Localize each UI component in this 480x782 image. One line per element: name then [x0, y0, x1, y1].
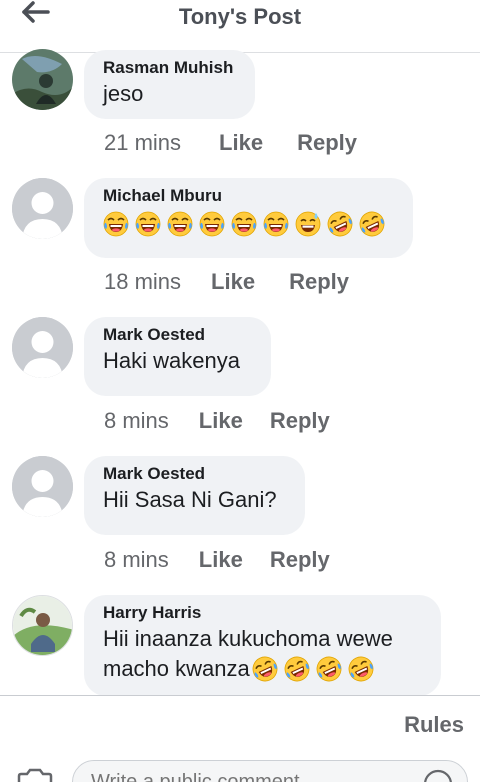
- laughing-tears-emoji-icon: [103, 211, 129, 237]
- rofl-emoji-icon: [316, 656, 342, 682]
- page-title: Tony's Post: [178, 4, 302, 29]
- laughing-tears-emoji-icon: [231, 211, 257, 237]
- laughing-tears-emoji-icon: [199, 211, 225, 237]
- comment-composer[interactable]: [72, 760, 468, 782]
- comment-text: macho kwanza: [103, 654, 422, 684]
- comment-actions: 8 mins Like Reply: [104, 408, 330, 434]
- comment-text: jeso: [103, 81, 144, 106]
- reply-button[interactable]: Reply: [270, 408, 330, 434]
- comment-text: Haki wakenya: [103, 348, 240, 373]
- comment-actions: 21 mins Like Reply: [104, 130, 357, 156]
- avatar[interactable]: [12, 595, 73, 656]
- rules-link[interactable]: Rules: [404, 712, 464, 738]
- comment-time: 8 mins: [104, 547, 169, 572]
- comment-bubble: Mark Oested Hii Sasa Ni Gani?: [84, 456, 305, 535]
- like-button[interactable]: Like: [219, 130, 263, 156]
- avatar[interactable]: [12, 456, 73, 517]
- comment-text: Hii inaanza kukuchoma wewe: [103, 626, 393, 651]
- comment-time: 8 mins: [104, 408, 169, 433]
- comment-author[interactable]: Harry Harris: [103, 602, 422, 624]
- reply-button[interactable]: Reply: [289, 269, 349, 295]
- camera-icon[interactable]: [17, 768, 53, 782]
- like-button[interactable]: Like: [199, 408, 243, 434]
- comment-author[interactable]: Mark Oested: [103, 324, 252, 346]
- comment-time: 18 mins: [104, 269, 182, 294]
- comment-author[interactable]: Rasman Muhish: [103, 57, 236, 79]
- emoji-picker-icon[interactable]: [423, 769, 453, 782]
- comment-bubble: Harry Harris Hii inaanza kukuchoma wewe …: [84, 595, 441, 696]
- rofl-emoji-icon: [327, 211, 353, 237]
- avatar[interactable]: [12, 178, 73, 239]
- comment-footer: Rules: [0, 696, 480, 782]
- avatar[interactable]: [12, 317, 73, 378]
- comment-bubble: Rasman Muhish jeso: [84, 50, 255, 119]
- rofl-emoji-icon: [284, 656, 310, 682]
- laughing-tears-emoji-icon: [135, 211, 161, 237]
- comment-text: Hii Sasa Ni Gani?: [103, 487, 277, 512]
- rofl-emoji-icon: [348, 656, 374, 682]
- sweat-smile-emoji-icon: [295, 211, 321, 237]
- comment-actions: 18 mins Like Reply: [104, 269, 349, 295]
- avatar[interactable]: [12, 49, 73, 110]
- comment-input[interactable]: [91, 771, 411, 782]
- rofl-emoji-icon: [359, 211, 385, 237]
- like-button[interactable]: Like: [199, 547, 243, 573]
- laughing-tears-emoji-icon: [263, 211, 289, 237]
- reply-button[interactable]: Reply: [297, 130, 357, 156]
- rofl-emoji-icon: [252, 656, 278, 682]
- comment-bubble: Mark Oested Haki wakenya: [84, 317, 271, 396]
- comment-bubble: Michael Mburu: [84, 178, 413, 258]
- comment-text-line: macho kwanza: [103, 656, 250, 681]
- comment-author[interactable]: Mark Oested: [103, 463, 286, 485]
- comment-author[interactable]: Michael Mburu: [103, 185, 394, 207]
- like-button[interactable]: Like: [211, 269, 255, 295]
- top-bar: Tony's Post: [0, 0, 480, 53]
- reply-button[interactable]: Reply: [270, 547, 330, 573]
- comment-actions: 8 mins Like Reply: [104, 547, 330, 573]
- comment-time: 21 mins: [104, 130, 182, 155]
- emoji-row: [103, 211, 394, 237]
- laughing-tears-emoji-icon: [167, 211, 193, 237]
